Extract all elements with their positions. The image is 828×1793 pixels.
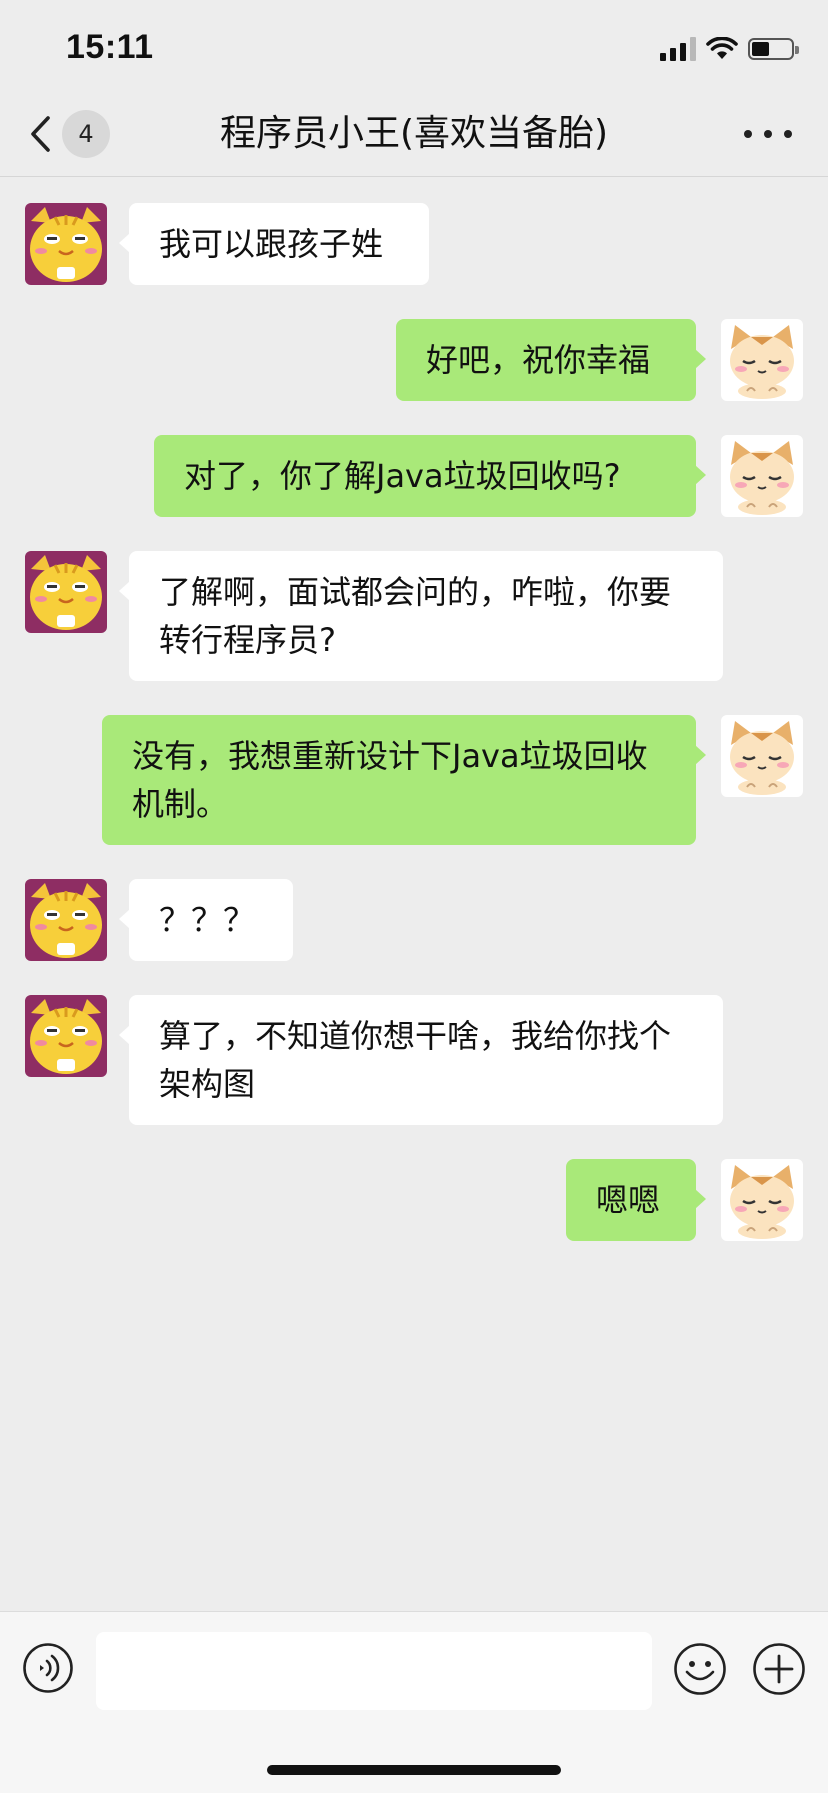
outgoing-message-bubble[interactable]: 好吧，祝你幸福 — [396, 319, 706, 401]
cream-cat-avatar-icon — [721, 435, 803, 517]
cellular-signal-icon — [660, 37, 696, 61]
outgoing-message-bubble[interactable]: 嗯嗯 — [566, 1159, 706, 1241]
home-indicator[interactable] — [267, 1765, 561, 1775]
chat-header: 4 程序员小王(喜欢当备胎) — [0, 92, 828, 177]
my-avatar[interactable] — [721, 319, 803, 401]
incoming-message-bubble[interactable]: ？？？ — [119, 879, 293, 961]
my-avatar[interactable] — [721, 1159, 803, 1241]
contact-avatar[interactable] — [25, 995, 107, 1077]
plus-icon[interactable] — [752, 1642, 806, 1696]
cream-cat-avatar-icon — [721, 319, 803, 401]
contact-avatar[interactable] — [25, 203, 107, 285]
chevron-left-icon — [31, 116, 50, 152]
incoming-message-bubble[interactable]: 了解啊，面试都会问的，咋啦，你要转行程序员? — [119, 551, 723, 681]
outgoing-message-bubble[interactable]: 没有，我想重新设计下Java垃圾回收机制。 — [102, 715, 706, 845]
back-button[interactable]: 4 — [28, 106, 110, 162]
message-input[interactable] — [96, 1632, 652, 1710]
cream-cat-avatar-icon — [721, 1159, 803, 1241]
unread-count-badge: 4 — [62, 110, 110, 158]
status-time: 15:11 — [66, 28, 154, 66]
battery-icon — [748, 38, 799, 60]
yellow-cat-avatar-icon — [25, 551, 107, 633]
my-avatar[interactable] — [721, 435, 803, 517]
message-list: 我可以跟孩子姓 好吧，祝你幸福 对了，你了解Java垃圾回收吗? 了解啊，面试都… — [0, 177, 828, 1609]
yellow-cat-avatar-icon — [25, 203, 107, 285]
my-avatar[interactable] — [721, 715, 803, 797]
wifi-icon — [706, 37, 738, 59]
voice-icon[interactable] — [22, 1642, 74, 1694]
contact-avatar[interactable] — [25, 879, 107, 961]
cream-cat-avatar-icon — [721, 715, 803, 797]
contact-avatar[interactable] — [25, 551, 107, 633]
yellow-cat-avatar-icon — [25, 995, 107, 1077]
outgoing-message-bubble[interactable]: 对了，你了解Java垃圾回收吗? — [154, 435, 706, 517]
incoming-message-bubble[interactable]: 我可以跟孩子姓 — [119, 203, 429, 285]
status-bar: 15:11 — [0, 0, 828, 92]
chat-title: 程序员小王(喜欢当备胎) — [219, 113, 609, 154]
yellow-cat-avatar-icon — [25, 879, 107, 961]
input-bar — [0, 1611, 828, 1793]
emoji-icon[interactable] — [673, 1642, 727, 1696]
more-button[interactable] — [744, 120, 792, 148]
incoming-message-bubble[interactable]: 算了，不知道你想干啥，我给你找个架构图 — [119, 995, 723, 1125]
status-icons — [660, 34, 799, 64]
